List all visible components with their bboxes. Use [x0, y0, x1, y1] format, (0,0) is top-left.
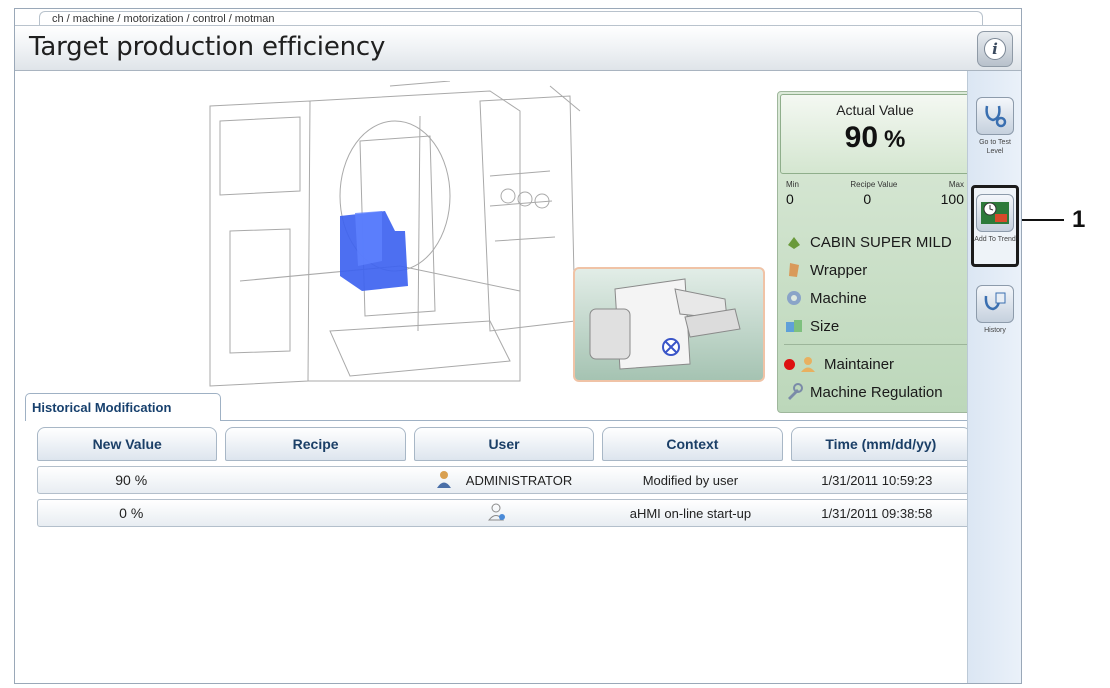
info-icon: i: [984, 38, 1006, 60]
info-button[interactable]: i: [977, 31, 1013, 67]
go-to-test-level-label: Go to Test Level: [979, 139, 1011, 155]
table-row[interactable]: 0 % aHMI on-line start-up 1/31/2011 09:3…: [37, 499, 971, 527]
max-label: Max: [948, 180, 964, 189]
size-icon: [784, 316, 804, 336]
actual-value: 90%: [844, 121, 906, 154]
divider: [784, 344, 970, 345]
info-wrapper-label: Wrapper: [810, 261, 868, 279]
tab-rule: [220, 420, 977, 421]
right-toolbar: Go to Test Level Add To Trend History: [967, 71, 1021, 683]
col-user[interactable]: User: [413, 427, 595, 461]
actual-value-label: Actual Value: [836, 102, 914, 118]
actual-value-box: Actual Value 90%: [780, 94, 970, 174]
info-size: Size: [784, 312, 970, 340]
title-bar: Target production efficiency i: [15, 25, 1021, 71]
cell-new-value: 0 %: [119, 505, 144, 521]
machine-drawing: [209, 81, 581, 387]
info-product-label: CABIN SUPER MILD: [810, 233, 952, 251]
cell-user-name: ADMINISTRATOR: [465, 472, 573, 488]
wrench-icon: [784, 382, 804, 402]
min-value: 0: [786, 191, 794, 207]
cell-context: Modified by user: [642, 472, 739, 488]
cell-new-value: 90 %: [115, 472, 148, 488]
cell-time: 1/31/2011 10:59:23: [821, 472, 933, 488]
callout-line: [1022, 219, 1064, 221]
clock-image-icon: [976, 194, 1014, 232]
info-maintainer: Maintainer: [784, 350, 970, 378]
status-dot: [784, 358, 795, 370]
history-button[interactable]: History: [971, 279, 1019, 359]
user-icon: [798, 354, 818, 374]
table-row[interactable]: 90 % ADMINISTRATOR Modified by user 1/31…: [37, 466, 971, 494]
history-table: New Value Recipe User Context Time (mm/d…: [37, 427, 972, 527]
cell-user: [411, 503, 597, 524]
recipe-label: Recipe Value: [850, 180, 898, 189]
product-icon: [784, 232, 804, 252]
stethoscope-icon: [976, 97, 1014, 135]
info-machine-label: Machine: [810, 289, 867, 307]
recipe-value: 0: [863, 191, 872, 207]
info-list: CABIN SUPER MILD Wrapper Machine Size Ma…: [784, 228, 970, 406]
system-user-icon: [487, 503, 506, 524]
cell-time: 1/31/2011 09:38:58: [821, 505, 933, 521]
actuator-image: [589, 278, 741, 370]
callout-number: 1: [1072, 206, 1086, 233]
info-regulation-label: Machine Regulation: [810, 383, 943, 401]
history-stethoscope-icon: [976, 285, 1014, 323]
main-window: ch / machine / motorization / control / …: [14, 8, 1022, 684]
user-icon: [436, 470, 452, 491]
info-regulation: Machine Regulation: [784, 378, 970, 406]
cell-user: ADMINISTRATOR: [411, 470, 597, 491]
info-size-label: Size: [810, 317, 840, 335]
info-machine: Machine: [784, 284, 970, 312]
value-panel: Actual Value 90% Min Recipe Value Max 0 …: [777, 91, 973, 413]
page-title: Target production efficiency: [29, 32, 386, 62]
gear-icon: [784, 288, 804, 308]
add-to-trend-label: Add To Trend: [974, 236, 1016, 243]
col-time[interactable]: Time (mm/dd/yy): [790, 427, 972, 461]
cell-context: aHMI on-line start-up: [629, 505, 752, 521]
col-context[interactable]: Context: [602, 427, 783, 461]
info-product: CABIN SUPER MILD: [784, 228, 970, 256]
limits: Min Recipe Value Max 0 0 100: [786, 180, 964, 207]
info-maintainer-label: Maintainer: [824, 355, 895, 373]
table-header: New Value Recipe User Context Time (mm/d…: [37, 427, 972, 461]
info-wrapper: Wrapper: [784, 256, 970, 284]
history-label: History: [984, 327, 1006, 334]
min-label: Min: [786, 180, 799, 189]
actuator-thumbnail[interactable]: [573, 267, 765, 382]
col-new-value[interactable]: New Value: [37, 427, 218, 461]
go-to-test-level-button[interactable]: Go to Test Level: [971, 91, 1019, 171]
col-recipe[interactable]: Recipe: [225, 427, 406, 461]
add-to-trend-button[interactable]: Add To Trend: [971, 185, 1019, 267]
max-value: 100: [940, 191, 964, 207]
tab-historical-modification[interactable]: Historical Modification: [25, 393, 221, 421]
wrapper-icon: [784, 260, 804, 280]
